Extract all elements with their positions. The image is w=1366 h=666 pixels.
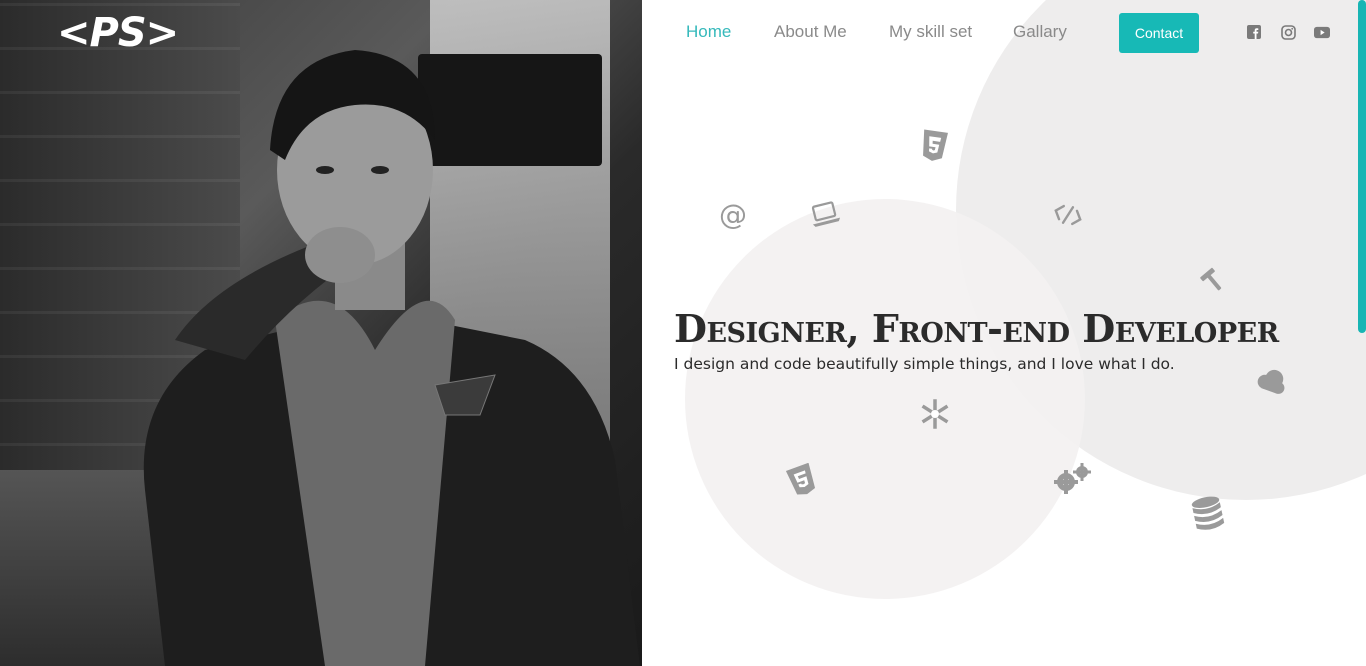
person-silhouette [143,50,640,666]
css3-icon [920,129,948,163]
tools-icon [1198,266,1228,296]
hero-headline: Designer, Front-end Developer [674,306,1279,351]
nav-link-skill-set[interactable]: My skill set [889,22,972,42]
nav-link-home[interactable]: Home [686,22,731,42]
background-circle-small [685,199,1085,599]
gears-icon [1052,460,1092,496]
contact-button[interactable]: Contact [1119,13,1199,53]
facebook-icon[interactable] [1246,24,1262,40]
asterisk-icon [920,398,950,430]
hero-section: Home About Me My skill set Gallary Conta… [642,0,1366,666]
laptop-icon [808,200,844,230]
page-scrollbar[interactable] [1358,0,1366,333]
database-icon [1190,494,1226,534]
html5-icon [785,463,819,497]
nav-link-about-me[interactable]: About Me [774,22,847,42]
nav-link-gallery[interactable]: Gallary [1013,22,1067,42]
site-logo[interactable]: <PS> [57,10,179,56]
hero-subline: I design and code beautifully simple thi… [674,355,1175,373]
code-icon [1052,201,1084,229]
youtube-icon[interactable] [1314,24,1330,40]
at-sign-icon: @ [718,200,748,230]
cloud-icon [1253,366,1289,398]
instagram-icon[interactable] [1280,24,1296,40]
main-navigation: Home About Me My skill set Gallary Conta… [642,0,1366,66]
profile-photo: <PS> [0,0,642,666]
svg-text:@: @ [719,200,747,230]
